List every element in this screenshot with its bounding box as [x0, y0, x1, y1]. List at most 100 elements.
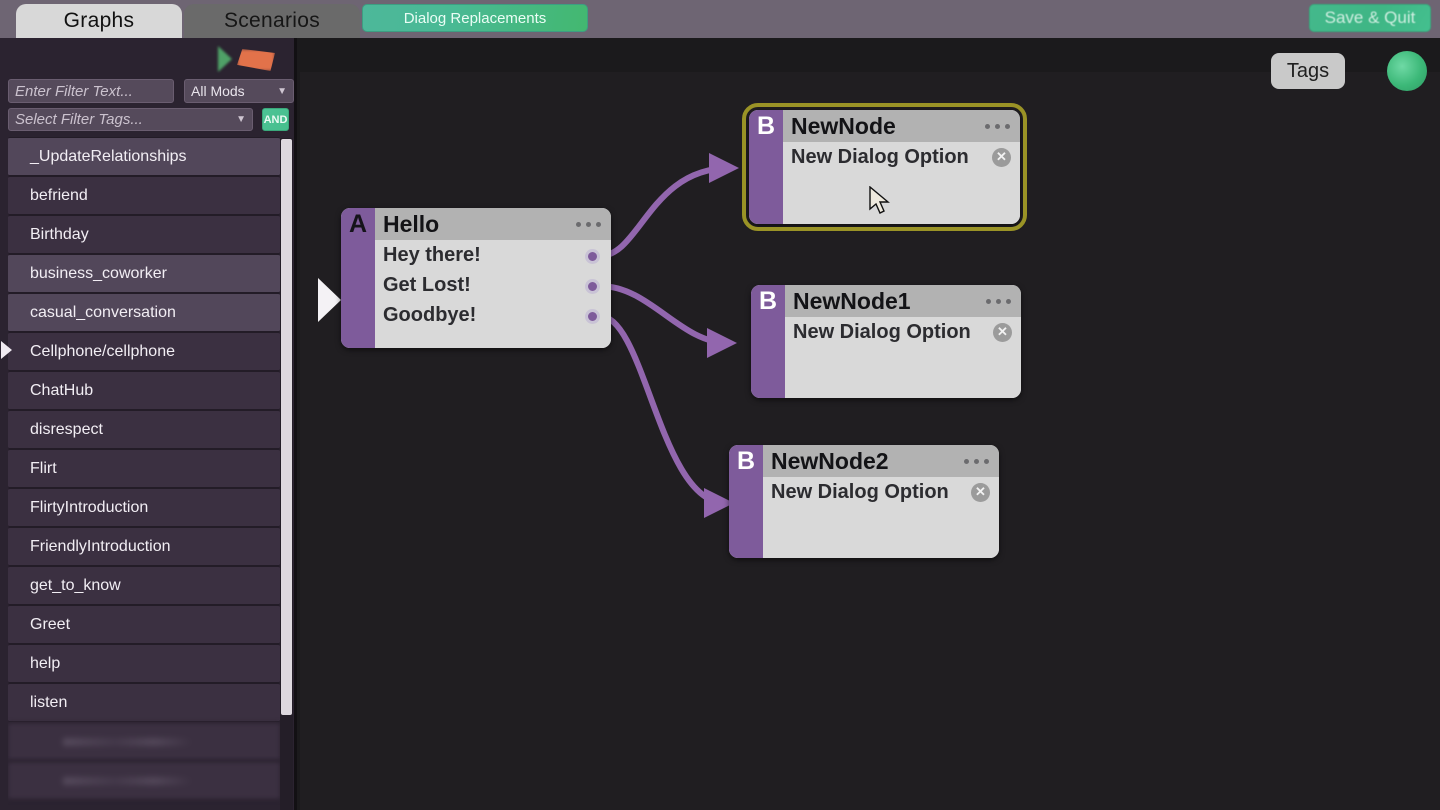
- remove-option-icon[interactable]: ✕: [993, 322, 1012, 342]
- dialog-option-row[interactable]: New Dialog Option ✕: [785, 317, 1021, 347]
- selected-item-arrow-icon: [1, 341, 12, 359]
- graph-list-item-label: ChatHub: [30, 381, 94, 399]
- node-badge-a: A: [348, 209, 368, 238]
- save-and-quit-button[interactable]: Save & Quit: [1309, 4, 1431, 32]
- graph-list-item[interactable]: Greet: [8, 605, 280, 644]
- graph-list-item[interactable]: befriend: [8, 176, 280, 215]
- dialog-option-label: Get Lost!: [383, 273, 471, 296]
- remove-option-icon[interactable]: ✕: [992, 147, 1011, 167]
- graph-list-scrollbar[interactable]: [280, 138, 293, 810]
- dialog-option-row[interactable]: Hey there!: [375, 240, 611, 270]
- node-title: NewNode2: [771, 447, 889, 474]
- node-newnode[interactable]: B NewNode New Dialog Option ✕: [742, 103, 1027, 231]
- dialog-replacements-button[interactable]: Dialog Replacements: [362, 4, 588, 32]
- graph-list-item-label: casual_conversation: [30, 303, 176, 321]
- dialog-option-label: Goodbye!: [383, 303, 477, 326]
- mods-dropdown-value: All Mods: [191, 83, 245, 99]
- node-title: Hello: [383, 210, 440, 237]
- graph-list-item-label: get_to_know: [30, 576, 121, 594]
- graph-list-item-label: Birthday: [30, 225, 89, 243]
- node-menu-icon[interactable]: [964, 458, 989, 464]
- graph-list-item[interactable]: _UpdateRelationships: [8, 137, 280, 176]
- and-or-toggle-button[interactable]: AND: [262, 108, 289, 131]
- node-title: NewNode1: [793, 287, 911, 314]
- node-newnode2[interactable]: B NewNode2 New Dialog Option ✕: [729, 445, 999, 558]
- tab-scenarios-label: Scenarios: [223, 9, 321, 32]
- dialog-option-label: Hey there!: [383, 243, 481, 266]
- graph-list-item-label: FlirtyIntroduction: [30, 498, 149, 516]
- top-bar: Graphs Scenarios Dialog Replacements Sav…: [0, 0, 1440, 38]
- canvas-header-bar: [300, 38, 1440, 72]
- graph-list-item[interactable]: Cellphone/cellphone: [8, 332, 280, 371]
- app-logo-icon: [218, 44, 288, 74]
- graph-list-scrollbar-thumb[interactable]: [281, 139, 292, 715]
- user-avatar[interactable]: [1387, 51, 1427, 91]
- graph-list-item[interactable]: FriendlyIntroduction: [8, 527, 280, 566]
- node-header[interactable]: NewNode2: [763, 445, 999, 477]
- graph-list-item-label: FriendlyIntroduction: [30, 537, 171, 555]
- node-graph-canvas[interactable]: Tags A Hello Hey there! Get Lost! Goodby…: [300, 38, 1440, 810]
- graph-entry-arrow-icon: [318, 278, 341, 322]
- graph-list-item[interactable]: [8, 722, 280, 761]
- graph-list-item[interactable]: Flirt: [8, 449, 280, 488]
- graph-list-item[interactable]: listen: [8, 683, 280, 722]
- tab-graphs-label: Graphs: [63, 9, 135, 32]
- and-toggle-label: AND: [263, 113, 288, 126]
- node-body: New Dialog Option ✕: [763, 477, 999, 558]
- graph-list-item[interactable]: disrespect: [8, 410, 280, 449]
- node-menu-icon[interactable]: [986, 298, 1011, 304]
- node-body: Hey there! Get Lost! Goodbye!: [375, 240, 611, 348]
- tab-graphs[interactable]: Graphs: [16, 4, 182, 38]
- dialog-option-row[interactable]: Get Lost!: [375, 270, 611, 300]
- dialog-option-label: New Dialog Option: [771, 480, 949, 503]
- graph-list-item-label: Cellphone/cellphone: [30, 342, 175, 360]
- filter-text-input[interactable]: [8, 79, 174, 103]
- graph-list-item[interactable]: Birthday: [8, 215, 280, 254]
- node-body: New Dialog Option ✕: [785, 317, 1021, 398]
- dialog-option-row[interactable]: New Dialog Option ✕: [763, 477, 999, 507]
- node-badge-b: B: [758, 286, 778, 315]
- tags-button-label: Tags: [1286, 59, 1330, 82]
- graph-list-item-label: help: [30, 654, 61, 672]
- dialog-option-label: New Dialog Option: [793, 320, 971, 343]
- graph-list-item[interactable]: get_to_know: [8, 566, 280, 605]
- graph-list-item[interactable]: help: [8, 644, 280, 683]
- graph-list-item[interactable]: ChatHub: [8, 371, 280, 410]
- node-menu-icon[interactable]: [985, 123, 1010, 129]
- node-header[interactable]: NewNode: [783, 110, 1020, 142]
- option-output-connector[interactable]: [585, 249, 600, 264]
- graph-list-item[interactable]: [8, 761, 280, 800]
- graph-list-sidebar: All Mods ▼ Select Filter Tags... ▼ AND _…: [0, 38, 297, 810]
- graph-list-item-label: Greet: [30, 615, 71, 633]
- node-newnode1[interactable]: B NewNode1 New Dialog Option ✕: [751, 285, 1021, 398]
- tags-button[interactable]: Tags: [1271, 53, 1345, 89]
- graph-list-item-label: disrespect: [30, 420, 103, 438]
- graph-list-item[interactable]: casual_conversation: [8, 293, 280, 332]
- graph-list-item-label: listen: [30, 693, 68, 711]
- remove-option-icon[interactable]: ✕: [971, 482, 990, 502]
- tab-scenarios[interactable]: Scenarios: [184, 4, 360, 38]
- chevron-down-icon: ▼: [236, 114, 246, 125]
- graph-list-item-label: business_coworker: [30, 264, 167, 282]
- mods-dropdown[interactable]: All Mods ▼: [184, 79, 294, 103]
- node-badge-b: B: [756, 111, 776, 140]
- graph-list-item-label: befriend: [30, 186, 88, 204]
- node-badge-b: B: [736, 446, 756, 475]
- graph-list-item[interactable]: FlirtyIntroduction: [8, 488, 280, 527]
- option-output-connector[interactable]: [585, 309, 600, 324]
- chevron-down-icon: ▼: [277, 85, 287, 97]
- dialog-option-row[interactable]: New Dialog Option ✕: [783, 142, 1020, 172]
- node-hello[interactable]: A Hello Hey there! Get Lost! Goodbye!: [341, 208, 611, 348]
- save-button-label: Save & Quit: [1324, 8, 1416, 27]
- filter-tags-dropdown[interactable]: Select Filter Tags... ▼: [8, 108, 253, 131]
- option-output-connector[interactable]: [585, 279, 600, 294]
- node-header[interactable]: Hello: [375, 208, 611, 240]
- filter-tags-placeholder: Select Filter Tags...: [15, 111, 143, 128]
- node-title: NewNode: [791, 112, 896, 139]
- node-menu-icon[interactable]: [576, 221, 601, 227]
- dialog-option-row[interactable]: Goodbye!: [375, 300, 611, 330]
- node-body: New Dialog Option ✕: [783, 142, 1020, 224]
- dialog-replacements-label: Dialog Replacements: [403, 9, 547, 27]
- graph-list-item[interactable]: business_coworker: [8, 254, 280, 293]
- node-header[interactable]: NewNode1: [785, 285, 1021, 317]
